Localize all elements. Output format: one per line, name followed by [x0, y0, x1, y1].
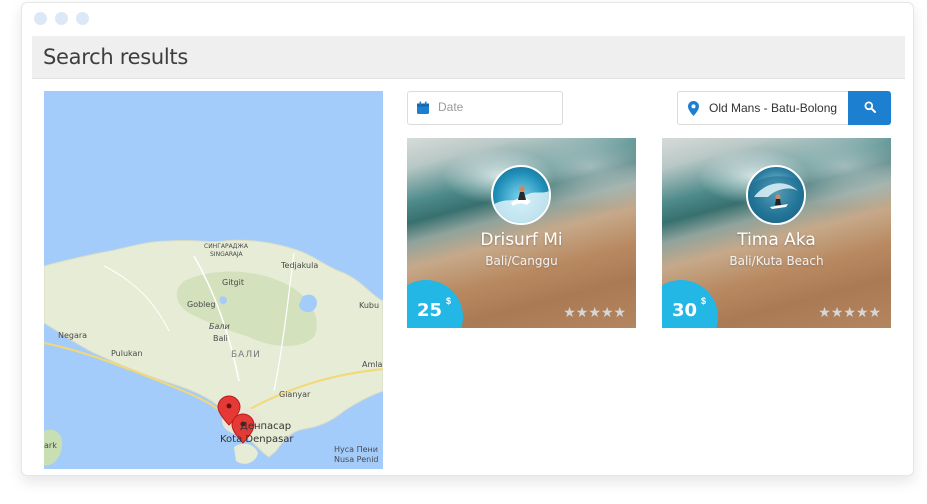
map-label-singaraja: SINGARAJA	[210, 251, 243, 258]
map-label-nusa: Nusa Penid	[334, 455, 379, 464]
price-currency: $	[446, 296, 452, 306]
page-header: Search results	[32, 36, 905, 79]
price-badge: 25 $	[407, 280, 463, 328]
price-value: 30	[672, 300, 698, 321]
location-field[interactable]	[677, 91, 849, 125]
star-icon: ★	[855, 305, 869, 321]
calendar-icon	[416, 101, 430, 120]
map-label-bali: Bali	[213, 334, 228, 343]
map-label-singaraja-cyr: СИНГАРАДЖА	[204, 243, 248, 250]
star-icon: ★	[818, 305, 831, 321]
star-icon: ★	[830, 305, 844, 321]
map-land	[44, 239, 383, 466]
date-field[interactable]	[407, 91, 563, 125]
result-card[interactable]: Drisurf Mi Bali/Canggu 25 $ ★ ★ ★ ★ ★	[407, 138, 636, 328]
price-currency: $	[701, 296, 707, 306]
map-label-nusa-cyr: Нуса Пени	[334, 445, 378, 454]
instructor-name: Tima Aka	[737, 230, 816, 250]
map-label-denpasar: Kota Denpasar	[220, 434, 294, 445]
map-label-denpasar-cyr: Денпасар	[240, 421, 292, 432]
result-card[interactable]: Tima Aka Bali/Kuta Beach 30 $ ★ ★ ★ ★ ★	[662, 138, 891, 328]
map-label-negara: Negara	[58, 331, 88, 340]
star-icon: ★	[868, 305, 881, 321]
instructor-avatar	[746, 165, 806, 225]
location-input[interactable]	[709, 101, 845, 115]
price-value: 25	[417, 300, 443, 321]
star-icon: ★	[613, 305, 626, 321]
star-icon: ★	[575, 305, 589, 321]
window-controls	[34, 12, 89, 25]
map-label-park: ark	[44, 441, 57, 450]
rating-stars: ★ ★ ★ ★ ★	[818, 306, 881, 320]
map-view[interactable]: СИНГАРАДЖА SINGARAJA Tedjakula Gitgit Go…	[44, 91, 383, 469]
search-button[interactable]	[848, 91, 891, 125]
instructor-location: Bali/Canggu	[485, 254, 558, 268]
map-label-amla: Amla	[362, 360, 383, 369]
map-label-gitgit: Gitgit	[222, 278, 244, 287]
map-label-bali-cyr: Бали	[209, 322, 230, 331]
map-pin-icon	[688, 101, 699, 121]
search-icon	[864, 101, 876, 116]
window-dot-close[interactable]	[34, 12, 47, 25]
map-label-gobleg: Gobleg	[187, 300, 216, 309]
map-label-gianyar: Gianyar	[279, 390, 311, 399]
date-input[interactable]	[438, 100, 556, 114]
map-label-pulukan: Pulukan	[111, 349, 143, 358]
instructor-avatar	[491, 165, 551, 225]
star-icon: ★	[843, 305, 856, 321]
price-badge: 30 $	[662, 280, 718, 328]
browser-window: Search results СИНГАРАДЖА SINGARAJA Tedj…	[21, 2, 914, 476]
page-title: Search results	[43, 45, 188, 69]
star-icon: ★	[588, 305, 601, 321]
instructor-location: Bali/Kuta Beach	[729, 254, 824, 268]
window-dot-maximize[interactable]	[76, 12, 89, 25]
map-label-tedjakula: Tedjakula	[281, 261, 319, 270]
instructor-name: Drisurf Mi	[480, 230, 563, 250]
map-label-bali-region: БАЛИ	[231, 350, 261, 360]
star-icon: ★	[563, 305, 576, 321]
rating-stars: ★ ★ ★ ★ ★	[563, 306, 626, 320]
map-label-kubu: Kubu	[359, 301, 380, 310]
star-icon: ★	[600, 305, 614, 321]
window-dot-minimize[interactable]	[55, 12, 68, 25]
